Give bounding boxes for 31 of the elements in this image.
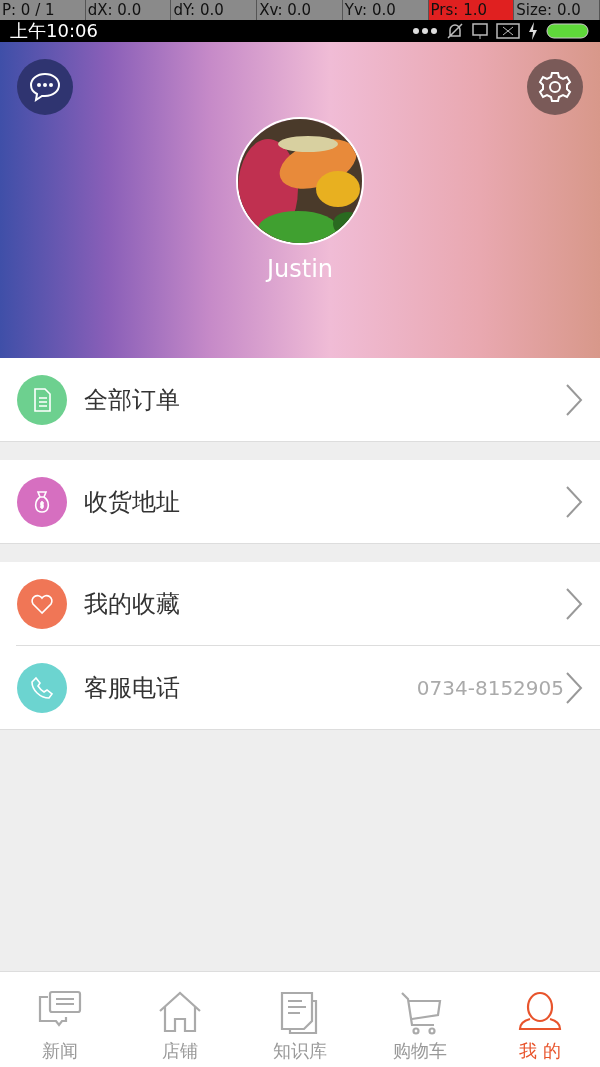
settings-icon <box>538 70 572 104</box>
more-dots-icon <box>412 27 438 35</box>
status-time: 上午10:06 <box>10 20 98 42</box>
image-icon <box>496 22 520 40</box>
phone-number: 0734-8152905 <box>416 675 564 700</box>
tab[interactable]: 知识库 <box>240 972 360 1067</box>
message-button[interactable] <box>17 59 73 115</box>
menu-label: 收货地址 <box>84 486 181 518</box>
chevron-right-icon <box>564 586 584 621</box>
menu-item[interactable]: 我的收藏 <box>0 562 600 645</box>
bell-off-icon <box>446 22 464 40</box>
tab[interactable]: 购物车 <box>360 972 480 1067</box>
tab[interactable]: 新闻 <box>0 972 120 1067</box>
menu-label: 客服电话 <box>84 672 181 704</box>
tab[interactable]: 我 的 <box>480 972 600 1067</box>
settings-button[interactable] <box>527 59 583 115</box>
battery-icon <box>546 22 590 40</box>
menu-item[interactable]: 全部订单 <box>0 358 600 441</box>
screen-icon <box>472 22 488 40</box>
menu-item[interactable]: 收货地址 <box>0 460 600 543</box>
menu-label: 全部订单 <box>84 384 181 416</box>
chevron-right-icon <box>564 382 584 417</box>
menu-label: 我的收藏 <box>84 588 181 620</box>
debug-value: Prs: 1.0 <box>428 0 515 20</box>
username: Justin <box>266 255 334 283</box>
tab[interactable]: 店铺 <box>120 972 240 1067</box>
chevron-right-icon <box>564 484 584 519</box>
chat-bubble-icon <box>28 70 62 104</box>
menu-item[interactable]: 客服电话 0734-8152905 <box>16 645 600 729</box>
bolt-icon <box>528 22 538 40</box>
chevron-right-icon <box>564 670 584 705</box>
